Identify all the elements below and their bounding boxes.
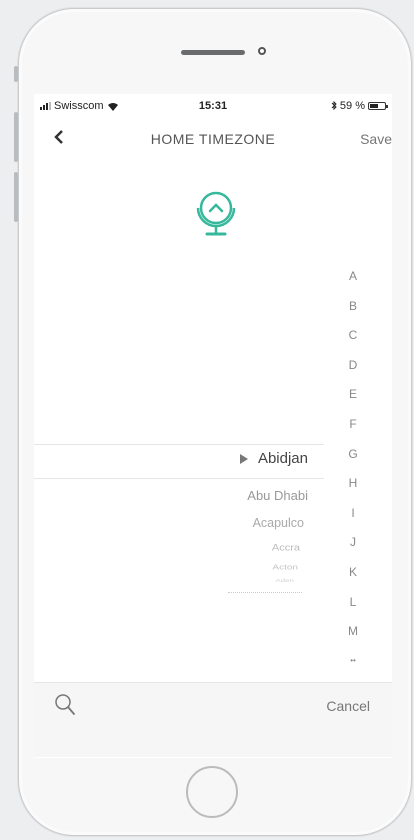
- timezone-selected-label: Abidjan: [257, 450, 308, 467]
- navigation-bar: HOME TIMEZONE Save: [34, 122, 392, 156]
- alphabet-index-letter[interactable]: G: [342, 444, 364, 474]
- alphabet-index[interactable]: A B C D E F G H I J K L M ••: [342, 266, 364, 680]
- picker-fade: [228, 592, 302, 594]
- alphabet-index-letter[interactable]: J: [342, 532, 364, 562]
- alphabet-index-letter[interactable]: I: [342, 503, 364, 533]
- alphabet-index-letter[interactable]: D: [342, 355, 364, 385]
- picker-selected-item[interactable]: Abidjan: [239, 450, 308, 467]
- timezone-picker[interactable]: Abidjan Abu Dhabi Acapulco Accra Acton A…: [34, 438, 324, 618]
- picker-item[interactable]: Aden: [275, 578, 294, 583]
- alphabet-index-letter[interactable]: H: [342, 473, 364, 503]
- globe-icon: [196, 191, 236, 236]
- search-icon[interactable]: [54, 693, 76, 717]
- front-camera: [258, 47, 266, 55]
- battery-icon: [368, 102, 388, 110]
- play-icon: [239, 453, 248, 464]
- alphabet-index-letter[interactable]: B: [342, 296, 364, 326]
- alphabet-index-letter[interactable]: M: [342, 621, 364, 651]
- alphabet-index-letter[interactable]: A: [342, 266, 364, 296]
- volume-down-button: [14, 172, 18, 222]
- alphabet-index-letter[interactable]: E: [342, 384, 364, 414]
- alphabet-index-letter[interactable]: K: [342, 562, 364, 592]
- alphabet-index-letter[interactable]: ••: [342, 651, 364, 681]
- picker-item[interactable]: Acapulco: [253, 516, 304, 530]
- status-bar: Swisscom 15:31 59 %: [34, 94, 392, 116]
- app-screen: Swisscom 15:31 59 % HOME TIMEZONE Save A…: [34, 94, 392, 758]
- speaker-grille: [181, 50, 245, 55]
- battery-percent: 59 %: [339, 100, 365, 112]
- picker-divider: [34, 444, 324, 445]
- alphabet-index-letter[interactable]: L: [342, 592, 364, 622]
- alphabet-index-letter[interactable]: F: [342, 414, 364, 444]
- home-button[interactable]: [186, 766, 238, 818]
- page-title: HOME TIMEZONE: [150, 131, 276, 147]
- mute-switch: [14, 66, 18, 82]
- picker-item[interactable]: Acton: [272, 563, 298, 571]
- save-button[interactable]: Save: [360, 131, 392, 147]
- bottom-bar: Cancel: [34, 682, 392, 757]
- volume-up-button: [14, 112, 18, 162]
- bluetooth-icon: [331, 101, 337, 111]
- alphabet-index-letter[interactable]: C: [342, 325, 364, 355]
- cancel-button[interactable]: Cancel: [326, 698, 370, 714]
- picker-item[interactable]: Abu Dhabi: [247, 488, 308, 503]
- picker-divider: [34, 478, 324, 479]
- picker-item[interactable]: Accra: [272, 543, 300, 553]
